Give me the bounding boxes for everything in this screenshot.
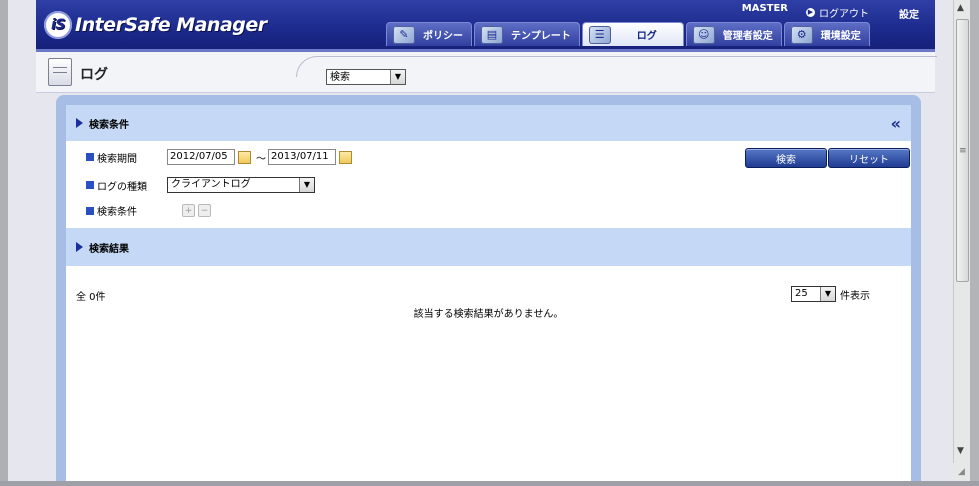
log-scroll-icon	[48, 58, 72, 86]
chevron-down-icon[interactable]: ▼	[820, 287, 835, 301]
log-type-value: クライアントログ	[171, 179, 251, 190]
settings-link[interactable]: 設定	[899, 6, 919, 21]
content-panel-inner: 検索条件 « 検索期間 2012/07/05 〜 2013/07/11 検索 リ…	[66, 105, 911, 481]
per-page-label: 件表示	[840, 290, 870, 302]
section-title: 検索結果	[89, 243, 129, 255]
section-title: 検索条件	[89, 119, 129, 131]
logout-label: ログアウト	[819, 8, 869, 20]
environment-icon: ⚙	[790, 25, 813, 44]
window-frame-right	[970, 0, 979, 486]
no-result-message: 該当する検索結果がありません。	[413, 309, 564, 320]
window-frame-bottom	[0, 481, 979, 486]
expand-triangle-icon	[76, 242, 83, 252]
tab-label: ログ	[636, 31, 657, 42]
date-from-input[interactable]: 2012/07/05	[167, 149, 235, 165]
log-type-row: ログの種類 クライアントログ ▼	[86, 177, 315, 193]
tab-environment-settings[interactable]: ⚙ 環境設定	[783, 22, 870, 46]
tab-log[interactable]: ☰ ログ	[581, 22, 684, 46]
bullet-square-icon	[86, 181, 94, 189]
app-title: InterSafe Manager	[75, 14, 267, 36]
range-separator: 〜	[256, 153, 266, 165]
user-bar: MASTER ▶ ログアウト 設定	[742, 3, 919, 21]
search-conditions-header[interactable]: 検索条件 «	[66, 105, 911, 141]
bullet-square-icon	[86, 206, 94, 215]
grip-icon: ≡	[959, 146, 967, 156]
reset-button[interactable]: リセット	[828, 148, 910, 168]
logout-icon: ▶	[806, 7, 815, 17]
search-button[interactable]: 検索	[745, 148, 827, 168]
calendar-icon[interactable]	[339, 150, 352, 164]
app-header: iS InterSafe Manager MASTER ▶ ログアウト 設定 ✎…	[36, 0, 935, 52]
calendar-icon[interactable]	[238, 150, 251, 164]
date-to-input[interactable]: 2013/07/11	[268, 149, 336, 165]
tab-label: 環境設定	[820, 31, 861, 42]
tab-admin-settings[interactable]: ☺ 管理者設定	[685, 22, 782, 46]
chevron-down-icon[interactable]: ▼	[299, 178, 314, 192]
tab-label: ポリシー	[423, 31, 463, 42]
log-type-label: ログの種類	[97, 181, 147, 193]
page-title: ログ	[80, 67, 108, 83]
content-panel: 検索条件 « 検索期間 2012/07/05 〜 2013/07/11 検索 リ…	[56, 95, 921, 481]
tab-policy[interactable]: ✎ ポリシー	[386, 22, 472, 46]
resize-grip-icon[interactable]: ◢	[953, 463, 970, 481]
policy-icon: ✎	[393, 25, 415, 44]
page-header: ログ 検索 ▼	[36, 52, 937, 93]
period-row: 検索期間 2012/07/05 〜 2013/07/11	[86, 149, 355, 165]
vertical-scrollbar[interactable]: ▲ ≡ ▼	[953, 0, 971, 481]
tab-template[interactable]: ▤ テンプレート	[474, 22, 580, 46]
scroll-up-icon[interactable]: ▲	[957, 3, 964, 13]
per-page-value: 25	[795, 288, 808, 299]
condition-row: 検索条件 + −	[86, 203, 214, 218]
user-name: MASTER	[741, 3, 788, 14]
admin-icon: ☺	[692, 25, 715, 44]
per-page-select[interactable]: 25 ▼	[791, 286, 836, 302]
app-logo: iS InterSafe Manager	[44, 8, 267, 42]
condition-label: 検索条件	[97, 207, 137, 218]
template-icon: ▤	[481, 25, 503, 44]
logout-link[interactable]: ▶ ログアウト	[806, 3, 869, 21]
browser-viewport: iS InterSafe Manager MASTER ▶ ログアウト 設定 ✎…	[8, 0, 953, 481]
log-type-select[interactable]: クライアントログ ▼	[167, 177, 315, 193]
per-page-control: 25 ▼ 件表示	[791, 286, 870, 302]
bullet-square-icon	[86, 153, 94, 161]
logo-mark-icon: iS	[44, 11, 72, 39]
add-condition-icon[interactable]: +	[182, 204, 195, 217]
log-icon: ☰	[588, 25, 611, 44]
tab-label: テンプレート	[511, 31, 571, 42]
scroll-down-icon[interactable]: ▼	[957, 446, 964, 456]
total-count: 全 0件	[76, 292, 106, 303]
tab-label: 管理者設定	[722, 31, 773, 42]
collapse-icon[interactable]: «	[891, 114, 901, 133]
mode-select-value: 検索	[330, 72, 350, 83]
period-label: 検索期間	[97, 153, 137, 165]
scroll-thumb[interactable]: ≡	[956, 19, 969, 282]
chevron-down-icon[interactable]: ▼	[390, 70, 405, 84]
mode-select[interactable]: 検索 ▼	[326, 69, 406, 85]
remove-condition-icon[interactable]: −	[198, 204, 211, 217]
search-results-header[interactable]: 検索結果	[66, 228, 911, 266]
expand-triangle-icon	[76, 118, 83, 128]
main-tabs: ✎ ポリシー ▤ テンプレート ☰ ログ ☺ 管理者設定 ⚙ 環境設定	[386, 22, 870, 46]
